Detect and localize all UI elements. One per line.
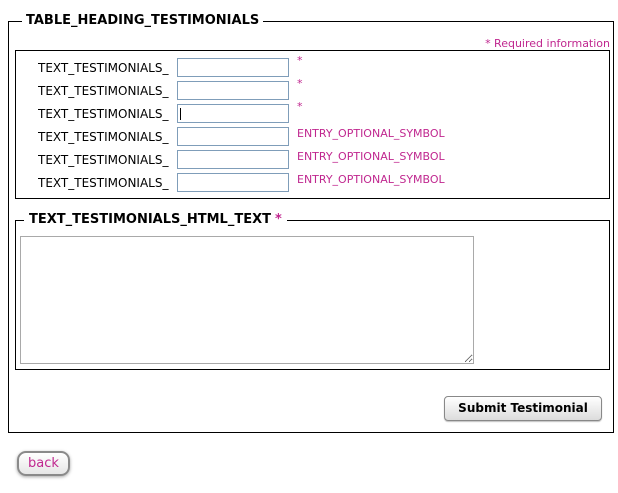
form-heading: TABLE_HEADING_TESTIMONIALS bbox=[22, 13, 264, 29]
required-symbol: * bbox=[274, 212, 282, 227]
submit-testimonial-button[interactable]: Submit Testimonial bbox=[444, 396, 602, 421]
field-label: TEXT_TESTIMONIALS_ bbox=[38, 130, 169, 144]
back-button[interactable]: back bbox=[17, 451, 70, 476]
testimonial-input-2[interactable] bbox=[177, 81, 289, 100]
required-symbol: * bbox=[297, 77, 303, 90]
field-label: TEXT_TESTIMONIALS_ bbox=[38, 107, 169, 121]
testimonial-input-3[interactable] bbox=[177, 104, 289, 123]
optional-symbol: ENTRY_OPTIONAL_SYMBOL bbox=[297, 173, 445, 186]
field-label: TEXT_TESTIMONIALS_ bbox=[38, 176, 169, 190]
field-label: TEXT_TESTIMONIALS_ bbox=[38, 153, 169, 167]
required-symbol: * bbox=[297, 54, 303, 67]
optional-symbol: ENTRY_OPTIONAL_SYMBOL bbox=[297, 150, 445, 163]
testimonial-input-5[interactable] bbox=[177, 150, 289, 169]
field-label: TEXT_TESTIMONIALS_ bbox=[38, 84, 169, 98]
testimonial-input-6[interactable] bbox=[177, 173, 289, 192]
required-symbol: * bbox=[297, 100, 303, 113]
html-text-heading-label: TEXT_TESTIMONIALS_HTML_TEXT bbox=[29, 212, 271, 227]
field-label: TEXT_TESTIMONIALS_ bbox=[38, 61, 169, 75]
html-text-heading: TEXT_TESTIMONIALS_HTML_TEXT * bbox=[24, 212, 287, 228]
fields-box: TEXT_TESTIMONIALS_ * TEXT_TESTIMONIALS_ … bbox=[15, 50, 610, 199]
testimonial-input-1[interactable] bbox=[177, 58, 289, 77]
optional-symbol: ENTRY_OPTIONAL_SYMBOL bbox=[297, 127, 445, 140]
testimonial-input-4[interactable] bbox=[177, 127, 289, 146]
html-text-textarea[interactable] bbox=[20, 236, 474, 364]
required-info-note: * Required information bbox=[485, 37, 610, 50]
